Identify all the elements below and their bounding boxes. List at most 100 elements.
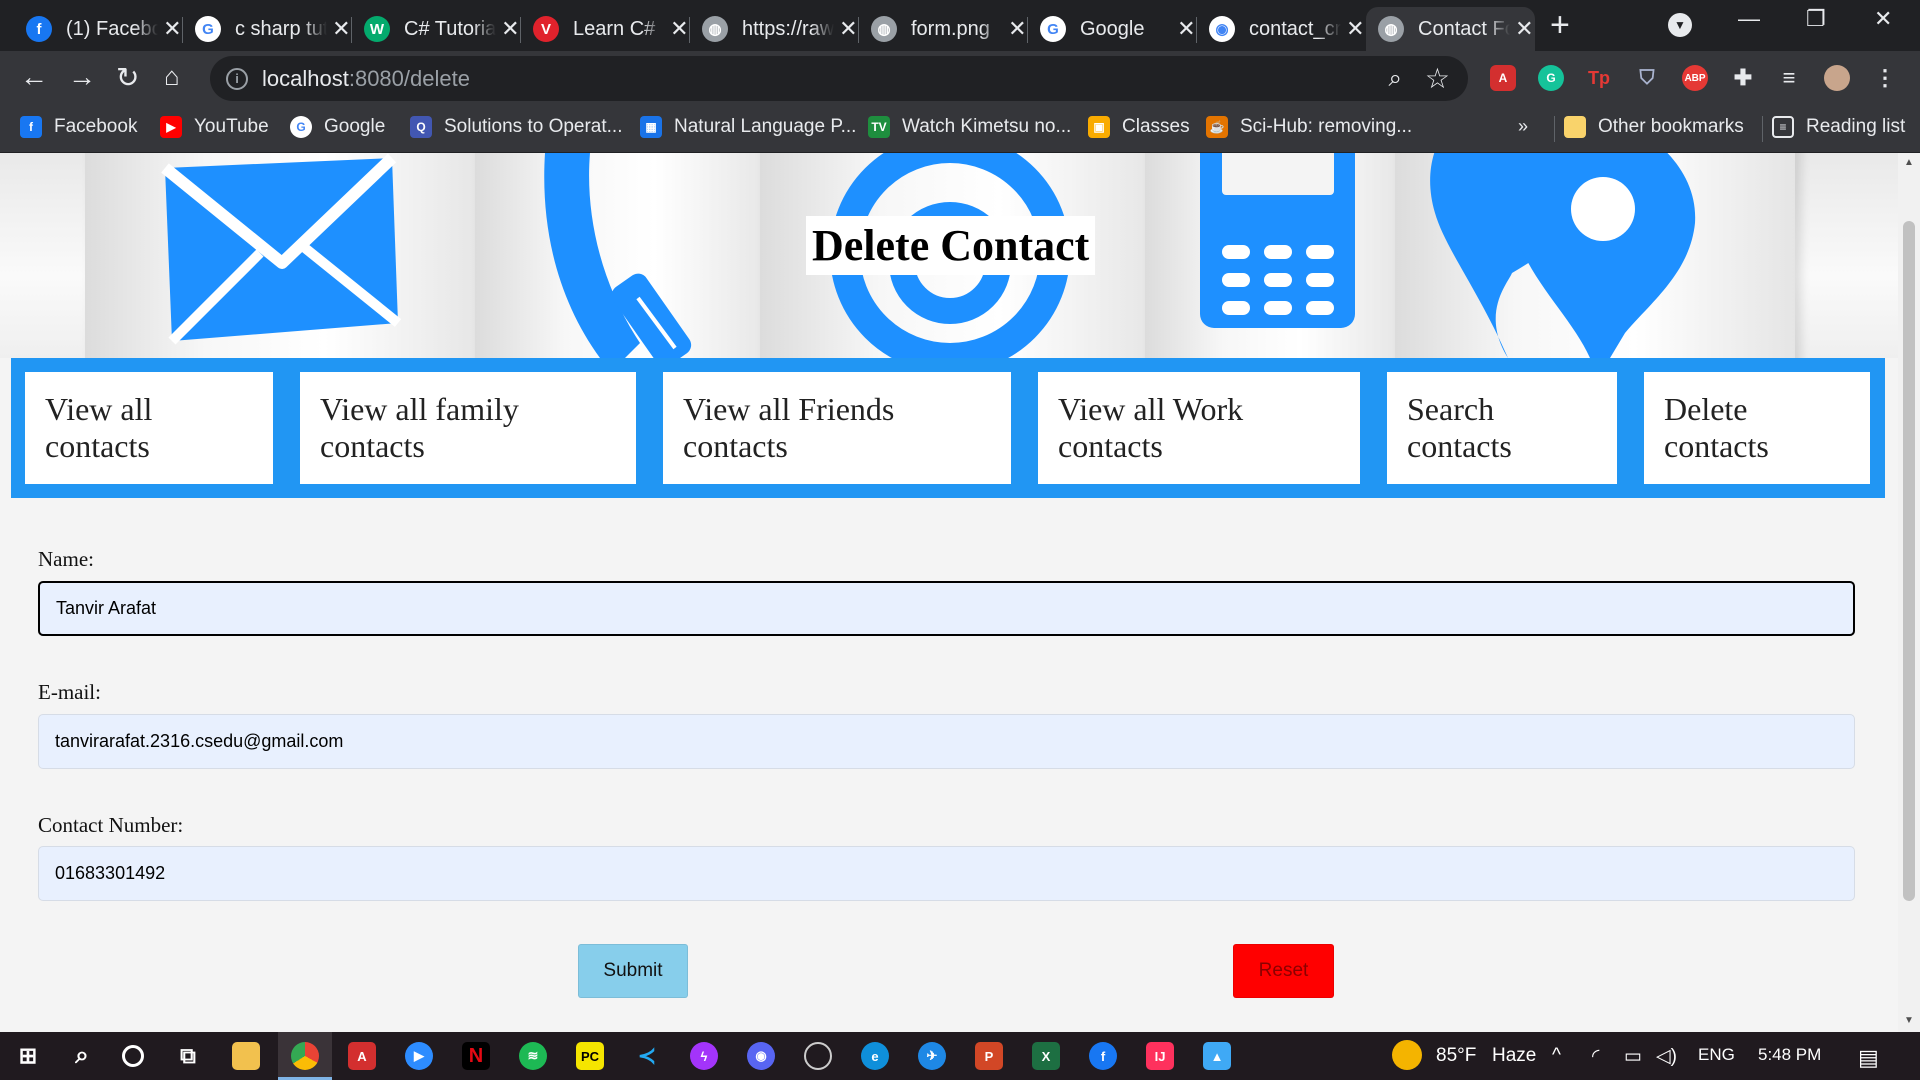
name-field[interactable] <box>38 581 1855 636</box>
obs-icon[interactable] <box>804 1042 832 1070</box>
tab-close-icon[interactable]: ✕ <box>1345 16 1366 42</box>
home-icon[interactable]: ⌂ <box>164 61 180 92</box>
excel-icon[interactable]: X <box>1032 1042 1060 1070</box>
wifi-icon[interactable]: ◜ <box>1592 1045 1599 1068</box>
nav-view-friends-contacts[interactable]: View all Friends contacts <box>663 372 1011 484</box>
spotify-icon[interactable]: ≋ <box>519 1042 547 1070</box>
bookmark-item[interactable]: Q Solutions to Operat... <box>410 116 623 138</box>
bookmark-item[interactable]: G Google <box>290 116 385 138</box>
tp-extension-icon[interactable]: Tp <box>1586 65 1612 91</box>
nav-view-work-contacts[interactable]: View all Work contacts <box>1038 372 1360 484</box>
chevron-up-icon[interactable]: ^ <box>1552 1045 1561 1067</box>
page-scrollbar[interactable]: ▲ ▼ <box>1898 153 1920 1032</box>
intellij-icon[interactable]: IJ <box>1146 1042 1174 1070</box>
grammarly-extension-icon[interactable]: G <box>1538 65 1564 91</box>
menu-icon[interactable]: ⋮ <box>1872 65 1898 91</box>
bookmark-item[interactable]: f Facebook <box>20 116 137 138</box>
nav-delete-contacts[interactable]: Delete contacts <box>1644 372 1870 484</box>
tab-close-icon[interactable]: ✕ <box>331 16 352 42</box>
shield-extension-icon[interactable]: ⛉ <box>1634 65 1660 91</box>
restore-icon[interactable]: ❐ <box>1806 6 1826 32</box>
browser-tab[interactable]: Gc sharp tutorial✕ <box>183 7 352 51</box>
nav-view-family-contacts[interactable]: View all family contacts <box>300 372 636 484</box>
zoom-icon[interactable]: ⌕ <box>1389 65 1402 93</box>
address-bar[interactable]: i localhost:8080/delete ⌕ ☆ <box>210 56 1468 101</box>
browser-tab[interactable]: ◉ contact_crud✕ <box>1197 7 1366 51</box>
nav-search-contacts[interactable]: Search contacts <box>1387 372 1617 484</box>
chrome-icon[interactable] <box>291 1042 319 1070</box>
acrobat-extension-icon[interactable]: A <box>1490 65 1516 91</box>
browser-tab[interactable]: ◍ Contact Form✕ <box>1366 7 1535 51</box>
tab-title: Contact Form <box>1418 17 1510 40</box>
other-bookmarks[interactable]: Other bookmarks <box>1564 116 1744 138</box>
scroll-up-icon[interactable]: ▲ <box>1904 157 1914 168</box>
cortana-icon[interactable] <box>122 1045 144 1067</box>
browser-tab[interactable]: W C# Tutorial ✕ <box>352 7 521 51</box>
reading-list[interactable]: ≡ Reading list <box>1772 116 1905 138</box>
tab-close-icon[interactable]: ✕ <box>1514 16 1535 42</box>
scroll-down-icon[interactable]: ▼ <box>1904 1015 1914 1026</box>
tab-close-icon[interactable]: ✕ <box>669 16 690 42</box>
bookmark-item[interactable]: TV Watch Kimetsu no... <box>868 116 1071 138</box>
minimize-icon[interactable]: — <box>1738 6 1760 32</box>
bookmark-item[interactable]: ▦ Natural Language P... <box>640 116 856 138</box>
extensions-icon[interactable]: ✚ <box>1730 65 1756 91</box>
zoom-app-icon[interactable]: ▶ <box>405 1042 433 1070</box>
discord-icon[interactable]: ◉ <box>747 1042 775 1070</box>
reload-icon[interactable]: ↻ <box>116 61 139 94</box>
nav-view-all-contacts[interactable]: View all contacts <box>25 372 273 484</box>
profile-avatar[interactable] <box>1824 65 1850 91</box>
browser-tab[interactable]: V Learn C# ✕ <box>521 7 690 51</box>
messenger-icon[interactable]: ϟ <box>690 1042 718 1070</box>
file-explorer-icon[interactable] <box>232 1042 260 1070</box>
facebook-app-icon[interactable]: f <box>1089 1042 1117 1070</box>
media-queue-icon[interactable]: ≡ <box>1776 65 1802 91</box>
bookmarks-overflow-icon[interactable]: » <box>1518 116 1528 137</box>
weather-icon[interactable] <box>1392 1040 1422 1070</box>
browser-app-icon[interactable]: ✈ <box>918 1042 946 1070</box>
weather-temp[interactable]: 85°F <box>1436 1045 1476 1067</box>
tab-close-icon[interactable]: ✕ <box>162 16 183 42</box>
volume-icon[interactable]: ◁) <box>1656 1045 1677 1068</box>
site-info-icon[interactable]: i <box>226 67 248 90</box>
browser-tab[interactable]: f (1) Facebook✕ <box>14 7 183 51</box>
tab-close-icon[interactable]: ✕ <box>1007 16 1028 42</box>
back-icon[interactable]: ← <box>20 61 48 93</box>
bookmark-item[interactable]: ▣ Classes <box>1088 116 1190 138</box>
close-window-icon[interactable]: ✕ <box>1874 6 1892 32</box>
scrollbar-thumb[interactable] <box>1903 221 1915 901</box>
powerpoint-icon[interactable]: P <box>975 1042 1003 1070</box>
tab-close-icon[interactable]: ✕ <box>1176 16 1197 42</box>
vscode-icon[interactable]: ≺ <box>633 1042 661 1070</box>
edge-icon[interactable]: e <box>861 1042 889 1070</box>
task-view-icon[interactable]: ⧉ <box>174 1042 202 1070</box>
contact-number-field[interactable] <box>38 846 1855 901</box>
forward-icon[interactable]: → <box>68 61 96 93</box>
pycharm-icon[interactable]: PC <box>576 1042 604 1070</box>
scihub-icon: ☕ <box>1206 116 1228 138</box>
windows-start-icon[interactable]: ⊞ <box>14 1042 42 1070</box>
browser-tab[interactable]: ◍ form.png ✕ <box>859 7 1028 51</box>
reset-button[interactable]: Reset <box>1233 944 1334 998</box>
tab-search-icon[interactable]: ▼ <box>1668 13 1692 37</box>
adblock-extension-icon[interactable]: ABP <box>1682 65 1708 91</box>
notifications-icon[interactable]: ▤ <box>1858 1045 1879 1071</box>
email-field[interactable] <box>38 714 1855 769</box>
clock[interactable]: 5:48 PM <box>1758 1045 1821 1065</box>
tab-close-icon[interactable]: ✕ <box>838 16 859 42</box>
battery-icon[interactable]: ▭ <box>1624 1045 1642 1068</box>
weather-text[interactable]: Haze <box>1492 1045 1536 1067</box>
language-indicator[interactable]: ENG <box>1698 1045 1735 1065</box>
browser-tab[interactable]: G Google ✕ <box>1028 7 1197 51</box>
bookmark-item[interactable]: ☕ Sci-Hub: removing... <box>1206 116 1412 138</box>
tab-close-icon[interactable]: ✕ <box>500 16 521 42</box>
bookmark-item[interactable]: ▶ YouTube <box>160 116 269 138</box>
photos-icon[interactable]: ▲ <box>1203 1042 1231 1070</box>
new-tab-button[interactable]: + <box>1550 6 1570 45</box>
submit-button[interactable]: Submit <box>578 944 688 998</box>
browser-tab[interactable]: ◍ https://raw ✕ <box>690 7 859 51</box>
search-icon[interactable]: ⌕ <box>68 1042 96 1070</box>
bookmark-star-icon[interactable]: ☆ <box>1425 62 1450 95</box>
acrobat-icon[interactable]: A <box>348 1042 376 1070</box>
netflix-icon[interactable]: N <box>462 1042 490 1070</box>
